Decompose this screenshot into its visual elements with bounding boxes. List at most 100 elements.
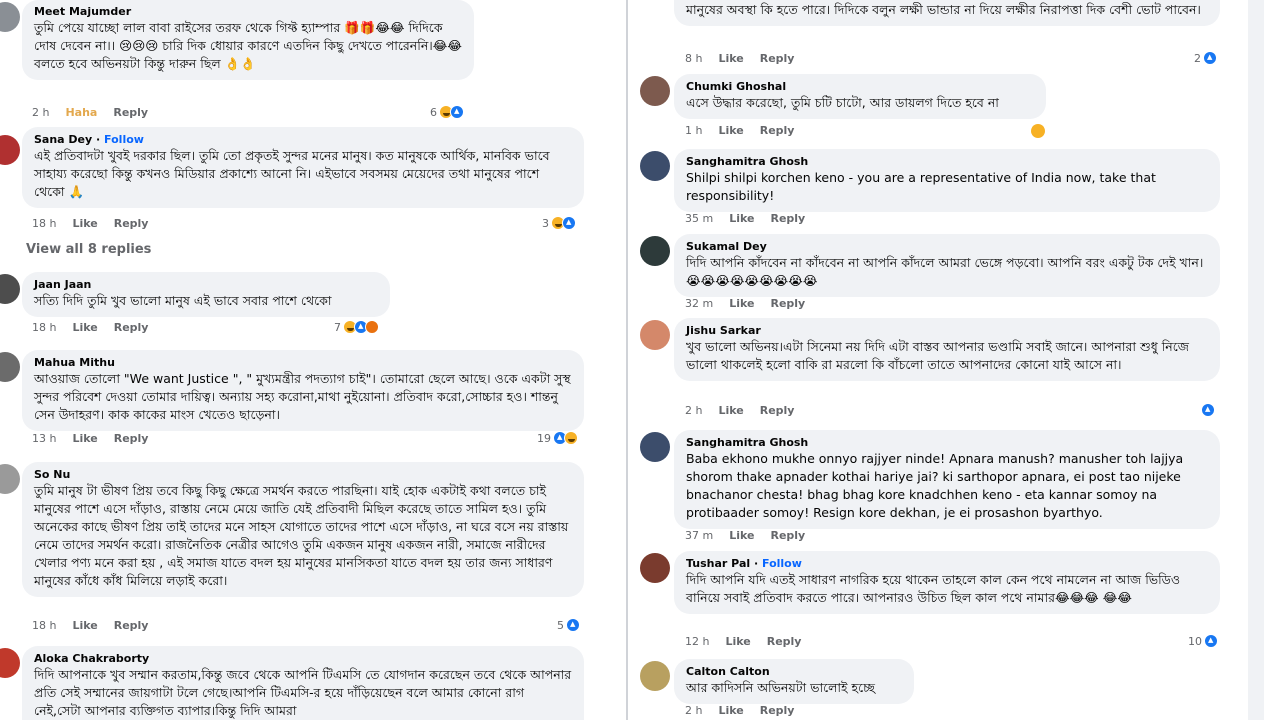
comment-bubble: Meet Majumder তুমি পেয়ে যাচ্ছো লাল বাবা…: [22, 0, 474, 80]
like-link[interactable]: Like: [729, 529, 754, 542]
commenter-name[interactable]: Calton Calton: [686, 664, 902, 679]
reply-link[interactable]: Reply: [770, 212, 805, 225]
reaction-summary[interactable]: 2: [1194, 51, 1217, 65]
comment-bubble: Aloka Chakraborty দিদি আপনাকে খুব সম্মান…: [22, 646, 584, 720]
reaction-summary[interactable]: 19: [537, 431, 578, 445]
avatar[interactable]: [0, 648, 20, 678]
reply-link[interactable]: Reply: [114, 619, 149, 632]
comment-time[interactable]: 18 h: [32, 217, 56, 230]
commenter-name-text[interactable]: Tushar Pal: [686, 557, 750, 570]
haha-emoji-icon: [1031, 124, 1045, 138]
commenter-name[interactable]: Meet Majumder: [34, 4, 462, 19]
comment-bubble: Mahua Mithu আওয়াজ তোলো "We want Justice…: [22, 350, 584, 431]
reaction-count: 19: [537, 431, 551, 445]
reaction-summary[interactable]: 6: [430, 105, 464, 119]
avatar[interactable]: [640, 661, 670, 691]
avatar[interactable]: [640, 151, 670, 181]
like-link[interactable]: Like: [729, 212, 754, 225]
avatar[interactable]: [640, 553, 670, 583]
like-link[interactable]: Like: [72, 321, 97, 334]
reply-link[interactable]: Reply: [114, 432, 149, 445]
comment-actions: 1 h Like Reply: [685, 124, 810, 137]
comment-time[interactable]: 18 h: [32, 619, 56, 632]
like-link[interactable]: Like: [72, 432, 97, 445]
avatar[interactable]: [640, 320, 670, 350]
comment-text: দিদি আপনাকে খুব সম্মান করতাম,কিন্তু জবে …: [34, 667, 572, 718]
reply-link[interactable]: Reply: [770, 529, 805, 542]
avatar[interactable]: [640, 236, 670, 266]
like-link[interactable]: Like: [718, 124, 743, 137]
avatar[interactable]: [0, 2, 20, 32]
comment-bubble: Tushar Pal · Follow দিদি আপনি যদি এতই সা…: [674, 551, 1220, 614]
like-link[interactable]: Like: [718, 52, 743, 65]
commenter-name[interactable]: Sanghamitra Ghosh: [686, 435, 1208, 450]
reply-link[interactable]: Reply: [760, 704, 795, 717]
comment-bubble: Chumki Ghoshal এসে উদ্ধার করেছো, তুমি চট…: [674, 74, 1046, 119]
haha-action[interactable]: Haha: [65, 106, 97, 119]
avatar[interactable]: [0, 352, 20, 382]
like-link[interactable]: Like: [718, 704, 743, 717]
like-link[interactable]: Like: [72, 619, 97, 632]
haha-reaction-icon: [564, 431, 578, 445]
comment-text: Shilpi shilpi korchen keno - you are a r…: [686, 170, 1156, 203]
like-reaction-icon: [1203, 51, 1217, 65]
comment-time[interactable]: 1 h: [685, 124, 702, 137]
commenter-name[interactable]: Sukamal Dey: [686, 239, 1208, 254]
reaction-summary[interactable]: [1201, 403, 1215, 417]
commenter-name: Sana Dey · Follow: [34, 133, 144, 146]
reply-link[interactable]: Reply: [114, 217, 149, 230]
comment-actions: 2 h Like Reply: [685, 404, 810, 417]
follow-button[interactable]: Follow: [104, 133, 144, 146]
avatar[interactable]: [0, 274, 20, 304]
comment-time[interactable]: 32 m: [685, 297, 713, 310]
reaction-count: 7: [334, 320, 341, 334]
follow-button[interactable]: Follow: [762, 557, 802, 570]
like-link[interactable]: Like: [725, 635, 750, 648]
commenter-name[interactable]: So Nu: [34, 467, 572, 482]
comment-bubble: মানুষের অবস্থা কি হতে পারে। দিদিকে বলুন …: [674, 0, 1220, 26]
like-link[interactable]: Like: [718, 404, 743, 417]
comment-time[interactable]: 18 h: [32, 321, 56, 334]
comment-text: Baba ekhono mukhe onnyo rajjyer ninde! A…: [686, 451, 1184, 520]
reaction-count: 10: [1188, 634, 1202, 648]
commenter-name[interactable]: Sanghamitra Ghosh: [686, 154, 1208, 169]
comment-time[interactable]: 2 h: [32, 106, 49, 119]
avatar[interactable]: [640, 432, 670, 462]
commenter-name[interactable]: Chumki Ghoshal: [686, 79, 1034, 94]
comment-text: খুব ভালো অভিনয়।এটা সিনেমা নয় দিদি এটা …: [686, 339, 1189, 372]
comment-time[interactable]: 2 h: [685, 704, 702, 717]
like-reaction-icon: [1201, 403, 1215, 417]
reply-link[interactable]: Reply: [760, 124, 795, 137]
avatar[interactable]: [640, 76, 670, 106]
reaction-count: 3: [542, 216, 549, 230]
commenter-name[interactable]: Jaan Jaan: [34, 277, 378, 292]
like-link[interactable]: Like: [72, 217, 97, 230]
reaction-summary[interactable]: 3: [542, 216, 576, 230]
comment-time[interactable]: 37 m: [685, 529, 713, 542]
reply-link[interactable]: Reply: [760, 52, 795, 65]
reply-link[interactable]: Reply: [760, 404, 795, 417]
comment-time[interactable]: 35 m: [685, 212, 713, 225]
reaction-summary[interactable]: 10: [1188, 634, 1218, 648]
reaction-summary[interactable]: 5: [557, 618, 580, 632]
reaction-summary[interactable]: 7: [334, 320, 379, 334]
reply-link[interactable]: Reply: [114, 321, 149, 334]
comment-time[interactable]: 13 h: [32, 432, 56, 445]
reply-link[interactable]: Reply: [767, 635, 802, 648]
view-all-replies-link[interactable]: View all 8 replies: [26, 242, 151, 257]
commenter-name[interactable]: Aloka Chakraborty: [34, 651, 572, 666]
commenter-name[interactable]: Jishu Sarkar: [686, 323, 1208, 338]
comment-bubble: Sana Dey · Follow এই প্রতিবাদটা খুবই দরক…: [22, 127, 584, 208]
comment-time[interactable]: 12 h: [685, 635, 709, 648]
commenter-name[interactable]: Mahua Mithu: [34, 355, 572, 370]
scrollbar-track[interactable]: [1248, 0, 1264, 720]
right-comment-list: মানুষের অবস্থা কি হতে পারে। দিদিকে বলুন …: [628, 0, 1236, 720]
reply-link[interactable]: Reply: [770, 297, 805, 310]
like-link[interactable]: Like: [729, 297, 754, 310]
avatar[interactable]: [0, 464, 20, 494]
reply-link[interactable]: Reply: [113, 106, 148, 119]
avatar[interactable]: [0, 135, 20, 165]
commenter-name-text[interactable]: Sana Dey: [34, 133, 92, 146]
comment-time[interactable]: 8 h: [685, 52, 702, 65]
comment-time[interactable]: 2 h: [685, 404, 702, 417]
